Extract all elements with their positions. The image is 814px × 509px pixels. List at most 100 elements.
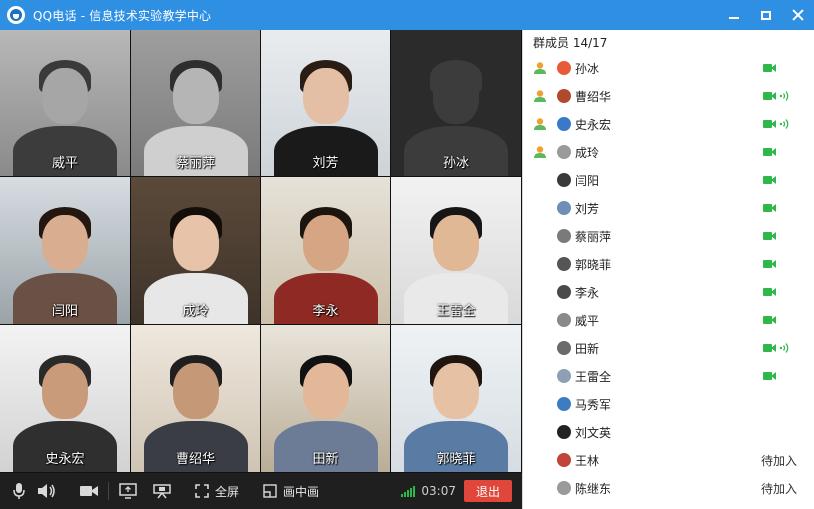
picture-in-picture-icon[interactable] xyxy=(259,480,281,502)
video-tile[interactable]: 曹绍华 xyxy=(131,325,261,473)
member-list: 孙冰 曹绍华 史永宏成玲闫阳刘芳 蔡丽萍 郭晓菲李永威平 田新 王雷全马秀军刘文英王林 待加入… xyxy=(523,54,814,502)
member-row[interactable]: 王林 待加入 xyxy=(523,446,814,474)
member-row[interactable]: 蔡丽萍 xyxy=(523,222,814,250)
member-row[interactable]: 李永 xyxy=(523,278,814,306)
member-name: 李永 xyxy=(575,285,600,300)
video-tile[interactable]: 成玲 xyxy=(131,177,261,325)
member-status xyxy=(763,315,776,325)
video-tile[interactable]: 孙冰 xyxy=(391,30,522,177)
camera-icon[interactable] xyxy=(78,480,100,502)
member-avatar xyxy=(557,341,571,355)
minimize-button[interactable] xyxy=(718,0,750,30)
member-avatar xyxy=(557,285,571,299)
member-row[interactable]: 刘芳 xyxy=(523,194,814,222)
member-status xyxy=(763,342,791,354)
member-row[interactable]: 刘文英 xyxy=(523,418,814,446)
video-tile[interactable]: 刘芳 xyxy=(261,30,391,177)
member-row[interactable]: 王雷全 xyxy=(523,362,814,390)
video-on-icon xyxy=(763,147,776,157)
member-row[interactable]: 陈继东 待加入 xyxy=(523,474,814,502)
participant-name: 王雷全 xyxy=(436,304,476,319)
member-status xyxy=(763,231,776,241)
video-on-icon xyxy=(763,259,776,269)
host-user-icon xyxy=(534,62,546,74)
qq-call-window: QQ电话 - 信息技术实验教学中心 威平 蔡丽萍 刘芳 孙冰 闫阳 成玲 李永 王雷全 史永宏曹… xyxy=(0,0,814,509)
speaking-icon xyxy=(779,343,789,353)
member-row[interactable]: 马秀军 xyxy=(523,390,814,418)
exit-call-button[interactable]: 退出 xyxy=(464,480,512,502)
member-avatar xyxy=(557,425,571,439)
member-name: 刘文英 xyxy=(575,425,612,440)
participant-name: 刘芳 xyxy=(312,156,339,171)
participant-name: 田新 xyxy=(312,452,339,467)
video-on-icon xyxy=(763,91,776,101)
member-avatar xyxy=(557,145,571,159)
member-row[interactable]: 曹绍华 xyxy=(523,82,814,110)
video-tile[interactable]: 王雷全 xyxy=(391,177,522,325)
speaker-icon[interactable] xyxy=(36,480,58,502)
projector-icon[interactable] xyxy=(151,480,173,502)
member-row[interactable]: 田新 xyxy=(523,334,814,362)
participant-name: 成玲 xyxy=(182,304,209,319)
participant-name: 李永 xyxy=(312,304,339,319)
member-status xyxy=(763,147,776,157)
signal-strength-icon xyxy=(401,485,416,497)
video-tile[interactable]: 史永宏 xyxy=(0,325,131,473)
members-panel: 群成员 14/17 孙冰 曹绍华 史永宏 成玲 闫阳 刘芳 蔡丽萍 郭晓菲 李永 威平 田新 王雷全马… xyxy=(522,30,814,509)
video-on-icon xyxy=(763,203,776,213)
video-on-icon xyxy=(763,287,776,297)
video-area: 威平 蔡丽萍 刘芳 孙冰闫阳 成玲 李永 王雷全史永宏 曹绍华 田新 郭晓菲 xyxy=(0,30,522,509)
member-status xyxy=(763,63,776,73)
call-toolbar: 全屏 画中画 03:07 退出 xyxy=(0,473,522,509)
video-on-icon xyxy=(763,175,776,185)
video-on-icon xyxy=(763,343,776,353)
member-status xyxy=(763,371,776,381)
participant-name: 闫阳 xyxy=(51,304,78,319)
member-row[interactable]: 闫阳 xyxy=(523,166,814,194)
member-row[interactable]: 郭晓菲 xyxy=(523,250,814,278)
video-grid: 威平 蔡丽萍 刘芳 孙冰闫阳 成玲 李永 王雷全史永宏 曹绍华 田新 郭晓菲 xyxy=(0,30,522,473)
member-status xyxy=(763,259,776,269)
host-slot xyxy=(523,117,557,131)
microphone-icon[interactable] xyxy=(8,480,30,502)
speaking-icon xyxy=(779,119,789,129)
close-button[interactable] xyxy=(782,0,814,30)
fullscreen-button[interactable]: 全屏 xyxy=(215,483,239,500)
participant-name: 孙冰 xyxy=(442,156,469,171)
host-user-icon xyxy=(534,118,546,130)
host-user-icon xyxy=(534,146,546,158)
participant-name: 史永宏 xyxy=(45,452,85,467)
maximize-button[interactable] xyxy=(750,0,782,30)
member-name: 闫阳 xyxy=(575,173,600,188)
member-avatar xyxy=(557,61,571,75)
maximize-icon xyxy=(761,10,771,20)
member-avatar xyxy=(557,313,571,327)
member-row[interactable]: 成玲 xyxy=(523,138,814,166)
participant-name: 蔡丽萍 xyxy=(175,156,215,171)
member-row[interactable]: 威平 xyxy=(523,306,814,334)
member-row[interactable]: 史永宏 xyxy=(523,110,814,138)
call-timer: 03:07 xyxy=(421,484,456,498)
video-tile[interactable]: 郭晓菲 xyxy=(391,325,522,473)
video-tile[interactable]: 李永 xyxy=(261,177,391,325)
member-status xyxy=(763,90,791,102)
video-on-icon xyxy=(763,119,776,129)
video-tile[interactable]: 蔡丽萍 xyxy=(131,30,261,177)
member-name: 马秀军 xyxy=(575,397,612,412)
pending-join-status: 待加入 xyxy=(761,481,798,496)
video-tile[interactable]: 闫阳 xyxy=(0,177,131,325)
member-name: 成玲 xyxy=(575,145,600,160)
host-slot xyxy=(523,145,557,159)
fullscreen-icon[interactable] xyxy=(191,480,213,502)
member-row[interactable]: 孙冰 xyxy=(523,54,814,82)
video-tile[interactable]: 田新 xyxy=(261,325,391,473)
member-avatar xyxy=(557,229,571,243)
video-on-icon xyxy=(763,63,776,73)
window-controls xyxy=(718,0,814,30)
video-on-icon xyxy=(763,231,776,241)
share-screen-icon[interactable] xyxy=(117,480,139,502)
picture-in-picture-button[interactable]: 画中画 xyxy=(283,483,319,500)
video-on-icon xyxy=(763,371,776,381)
minimize-icon xyxy=(729,17,739,19)
video-tile[interactable]: 威平 xyxy=(0,30,131,177)
